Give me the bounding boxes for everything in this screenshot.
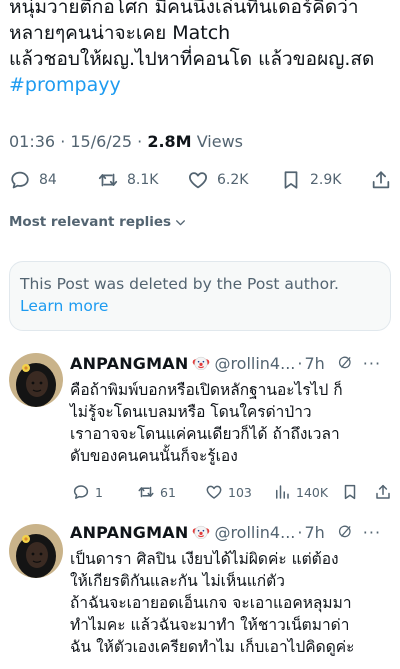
reply-time[interactable]: 7h [304, 354, 324, 373]
ellipsis-icon[interactable]: ··· [363, 523, 381, 542]
clown-face-emoji [193, 356, 210, 371]
reply-time[interactable]: 7h [304, 523, 324, 542]
avatar[interactable] [9, 353, 63, 407]
avatar-image [9, 524, 63, 578]
bookmark-icon [284, 171, 298, 189]
learn-more-link[interactable]: Learn more [20, 295, 380, 317]
hashtag-link[interactable]: #prompayy [9, 74, 121, 96]
bookmark-button[interactable]: 2.9K [280, 168, 341, 192]
heart-icon [189, 172, 207, 189]
header-separator: · [297, 522, 303, 542]
repost-arrows-icon [138, 486, 154, 498]
meta-separator: · [137, 132, 148, 151]
like-button[interactable]: 6.2K [187, 168, 248, 192]
like-button[interactable]: 103 [205, 482, 252, 502]
heart-icon [206, 485, 222, 499]
grok-slash-circle-icon[interactable] [337, 355, 353, 371]
repost-button[interactable]: 61 [137, 482, 176, 502]
header-separator: · [297, 353, 303, 373]
post-meta: 01:36 · 15/6/25 · 2.8M Views [9, 132, 243, 151]
share-upload-icon [376, 484, 390, 499]
bookmark-count: 2.9K [310, 172, 342, 188]
views-count[interactable]: 2.8M [147, 132, 191, 151]
like-count: 103 [228, 484, 252, 500]
reply-text-line: ให้เกียรติกันและกัน ไม่เห็นแก่ตัว [70, 572, 285, 590]
speech-bubble-icon [11, 171, 29, 189]
bar-chart-icon [276, 485, 289, 499]
views-count: 140K [296, 484, 329, 500]
reply-action-bar: 1 61 103 140K [0, 482, 400, 502]
author-name[interactable]: ANPANGMAN [70, 523, 188, 542]
bookmark-button[interactable] [341, 482, 359, 502]
deleted-post-notice: This Post was deleted by the Post author… [9, 261, 391, 331]
reply-text-line: คือถ้าพิมพ์บอกหรือเปิดหลักฐานอะไรไป ก็ [70, 381, 343, 399]
reply-item[interactable]: ANPANGMAN @rollin4... · 7h ··· เป็นดารา … [0, 521, 400, 669]
reply-text-line: ดับของคนคนนั้นก็จะรู้เอง [70, 447, 238, 465]
reply-text-line: เป็นดารา ศิลปิน เงียบได้ไม่ผิดค่ะ แต่ต้อ… [70, 550, 339, 568]
reply-item[interactable]: ANPANGMAN @rollin4... · 7h ··· คือถ้าพิม… [0, 352, 400, 502]
reply-text-line: ทำไมคะ แล้วฉันจะมาทำ ให้ชาวเน็ตมาด่า [70, 616, 350, 634]
reply-sort-label: Most relevant replies [9, 214, 172, 230]
repost-button[interactable]: 8.1K [97, 168, 158, 192]
post-text: หนุ่มวายตึกอโศก มีคนนึงเล่นทินเดอร์คิดว่… [9, 0, 395, 98]
grok-slash-circle-icon[interactable] [337, 524, 353, 540]
reply-text: คือถ้าพิมพ์บอกหรือเปิดหลักฐานอะไรไป ก็ ไ… [70, 379, 395, 467]
author-name[interactable]: ANPANGMAN [70, 354, 188, 373]
reply-header: ANPANGMAN @rollin4... · 7h ··· [70, 352, 392, 374]
like-count: 6.2K [217, 172, 249, 188]
repost-count: 8.1K [127, 172, 159, 188]
reply-text-line: ฉัน ให้ตัวเองเครียดทำไม เก็บเอาไปคิดดูค่… [70, 638, 355, 656]
ellipsis-icon[interactable]: ··· [363, 354, 381, 373]
post-text-line: หนุ่มวายตึกอโศก มีคนนึงเล่นทินเดอร์คิดว่… [9, 0, 359, 18]
post-date: 15/6/25 [70, 132, 133, 151]
views-button[interactable]: 140K [273, 482, 328, 502]
reply-sort-selector[interactable]: Most relevant replies [9, 214, 187, 230]
post-text-line: แล้วชอบให้ผญ.ไปหาที่คอนโด แล้วขอผญ.สด [9, 48, 375, 70]
reply-button[interactable]: 84 [9, 168, 57, 192]
avatar[interactable] [9, 524, 63, 578]
repost-count: 61 [160, 484, 176, 500]
deleted-notice-text: This Post was deleted by the Post author… [20, 275, 339, 293]
avatar-image [9, 353, 63, 407]
reply-header: ANPANGMAN @rollin4... · 7h ··· [70, 521, 392, 543]
share-button[interactable] [374, 482, 392, 502]
clown-face-emoji [193, 525, 210, 540]
share-upload-icon [372, 171, 390, 189]
reply-text-line: ไม่รู้จะโดนเบลมหรือ โดนใครด่าป่าว [70, 403, 312, 421]
share-button[interactable] [370, 168, 392, 192]
reply-text-line: เราอาจจะโดนแค่คนเดียวก็ได้ ถ้าถึงเวลา [70, 425, 340, 443]
repost-arrows-icon [98, 173, 118, 187]
author-handle[interactable]: @rollin4... [214, 354, 295, 373]
post-action-bar: 84 8.1K 6.2K 2.9K [0, 168, 400, 192]
reply-count: 1 [95, 484, 103, 500]
post-time: 01:36 [9, 132, 56, 151]
meta-separator: · [60, 132, 71, 151]
views-label: Views [196, 132, 243, 151]
speech-bubble-icon [73, 485, 89, 499]
reply-count: 84 [39, 172, 57, 188]
post-text-line: หลายๆคนน่าจะเคย Match [9, 22, 231, 44]
reply-text-line: ถ้าฉันจะเอายอดเอ็นเกจ จะเอาแอคหลุมมา [70, 594, 352, 612]
reply-text: เป็นดารา ศิลปิน เงียบได้ไม่ผิดค่ะ แต่ต้อ… [70, 548, 395, 658]
reply-button[interactable]: 1 [72, 482, 103, 502]
author-handle[interactable]: @rollin4... [214, 523, 295, 542]
bookmark-icon [344, 484, 356, 500]
chevron-down-icon [176, 219, 186, 225]
